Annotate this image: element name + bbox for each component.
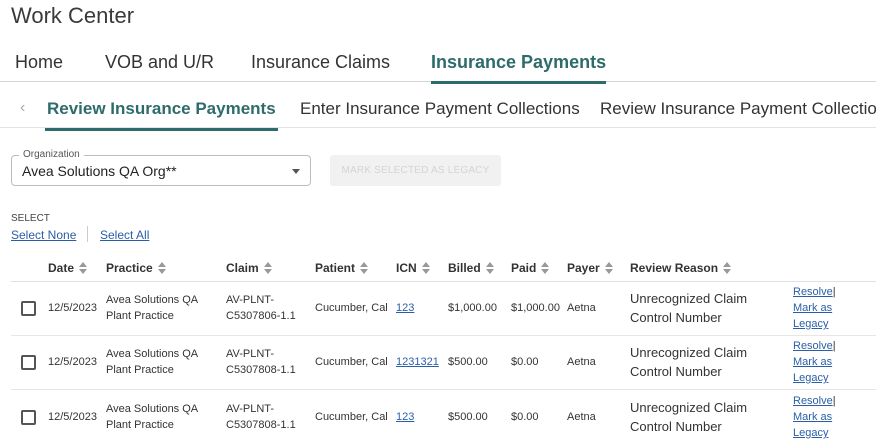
column-header-patient[interactable]: Patient xyxy=(315,261,369,275)
tab-insurance-payments[interactable]: Insurance Payments xyxy=(431,52,607,84)
sort-icon xyxy=(79,261,88,274)
subtab-review-insurance-payment-collection[interactable]: Review Insurance Payment Collection xyxy=(600,99,876,119)
row-checkbox[interactable] xyxy=(21,355,36,370)
cell-date: 12/5/2023 xyxy=(48,411,97,423)
row-checkbox[interactable] xyxy=(21,410,36,425)
cell-actions: Resolve| Mark as Legacy xyxy=(793,286,836,330)
column-header-review-reason[interactable]: Review Reason xyxy=(630,261,732,275)
subtab-review-insurance-payments[interactable]: Review Insurance Payments xyxy=(45,99,278,131)
icn-link[interactable]: 123 xyxy=(396,300,414,316)
sort-icon xyxy=(485,261,494,274)
cell-practice: Avea Solutions QA Plant Practice xyxy=(106,294,199,322)
icn-link[interactable]: 1231321 xyxy=(396,354,439,370)
cell-paid: $0.00 xyxy=(511,411,539,423)
tab-insurance-claims[interactable]: Insurance Claims xyxy=(251,52,390,73)
sort-icon xyxy=(421,261,430,274)
cell-date: 12/5/2023 xyxy=(48,302,97,314)
column-header-paid[interactable]: Paid xyxy=(511,261,550,275)
cell-claim: AV-PLNT- C5307806-1.1 xyxy=(226,294,296,322)
sort-icon xyxy=(723,261,732,274)
tab-vob-ur[interactable]: VOB and U/R xyxy=(105,52,214,73)
cell-practice: Avea Solutions QA Plant Practice xyxy=(106,348,199,376)
column-header-billed[interactable]: Billed xyxy=(448,261,494,275)
select-none-link[interactable]: Select None xyxy=(11,228,76,242)
page-title: Work Center xyxy=(11,3,135,28)
icn-link[interactable]: 123 xyxy=(396,409,414,425)
column-header-claim[interactable]: Claim xyxy=(226,261,272,275)
mark-as-legacy-link[interactable]: Mark as Legacy xyxy=(793,356,832,384)
cell-billed: $1,000.00 xyxy=(448,302,497,314)
sort-icon xyxy=(263,261,272,274)
resolve-link[interactable]: Resolve xyxy=(793,395,833,407)
mark-selected-legacy-button[interactable]: MARK SELECTED AS LEGACY xyxy=(330,155,501,186)
select-label: SELECT xyxy=(11,213,50,224)
sort-icon xyxy=(157,261,166,274)
sub-tab-bar: ‹ Review Insurance Payments Enter Insura… xyxy=(0,92,876,131)
select-divider xyxy=(87,226,88,242)
table-row: 12/5/2023 Avea Solutions QA Plant Practic… xyxy=(11,336,876,390)
subtab-enter-insurance-payment-collections[interactable]: Enter Insurance Payment Collections xyxy=(300,99,580,119)
sort-icon xyxy=(604,261,613,274)
tab-home[interactable]: Home xyxy=(15,52,63,73)
cell-payer: Aetna xyxy=(567,411,596,423)
cell-patient: Cucumber, Cal xyxy=(315,356,388,368)
table-row: 12/5/2023 Avea Solutions QA Plant Practic… xyxy=(11,391,876,445)
row-checkbox[interactable] xyxy=(21,301,36,316)
sort-icon xyxy=(541,261,550,274)
cell-review-reason: Unrecognized Claim Control Number xyxy=(630,345,748,379)
mark-as-legacy-link[interactable]: Mark as Legacy xyxy=(793,411,832,439)
sort-icon xyxy=(360,261,369,274)
resolve-link[interactable]: Resolve xyxy=(793,286,833,298)
cell-review-reason: Unrecognized Claim Control Number xyxy=(630,400,748,434)
row-divider xyxy=(11,389,876,390)
caret-down-icon xyxy=(292,169,300,174)
column-header-date[interactable]: Date xyxy=(48,261,88,275)
organization-select[interactable]: Organization Avea Solutions QA Org** xyxy=(11,149,311,186)
cell-claim: AV-PLNT- C5307808-1.1 xyxy=(226,348,296,376)
cell-paid: $0.00 xyxy=(511,356,539,368)
main-tab-bar: Home VOB and U/R Insurance Claims Insura… xyxy=(0,46,876,84)
column-header-practice[interactable]: Practice xyxy=(106,261,166,275)
column-header-payer[interactable]: Payer xyxy=(567,261,613,275)
table-row: 12/5/2023 Avea Solutions QA Plant Practic… xyxy=(11,282,876,336)
resolve-link[interactable]: Resolve xyxy=(793,340,833,352)
cell-payer: Aetna xyxy=(567,302,596,314)
select-all-link[interactable]: Select All xyxy=(100,228,149,242)
organization-label: Organization xyxy=(19,149,84,160)
cell-practice: Avea Solutions QA Plant Practice xyxy=(106,403,199,431)
cell-date: 12/5/2023 xyxy=(48,356,97,368)
cell-patient: Cucumber, Cal xyxy=(315,302,388,314)
cell-actions: Resolve| Mark as Legacy xyxy=(793,395,836,439)
cell-patient: Cucumber, Cal xyxy=(315,411,388,423)
cell-paid: $1,000.00 xyxy=(511,302,560,314)
cell-claim: AV-PLNT- C5307808-1.1 xyxy=(226,403,296,431)
organization-value: Avea Solutions QA Org** xyxy=(22,163,177,179)
mark-as-legacy-link[interactable]: Mark as Legacy xyxy=(793,302,832,330)
cell-actions: Resolve| Mark as Legacy xyxy=(793,340,836,384)
chevron-left-icon[interactable]: ‹ xyxy=(20,99,25,117)
cell-payer: Aetna xyxy=(567,356,596,368)
cell-review-reason: Unrecognized Claim Control Number xyxy=(630,291,748,325)
cell-billed: $500.00 xyxy=(448,411,488,423)
cell-billed: $500.00 xyxy=(448,356,488,368)
column-header-icn[interactable]: ICN xyxy=(396,261,430,275)
